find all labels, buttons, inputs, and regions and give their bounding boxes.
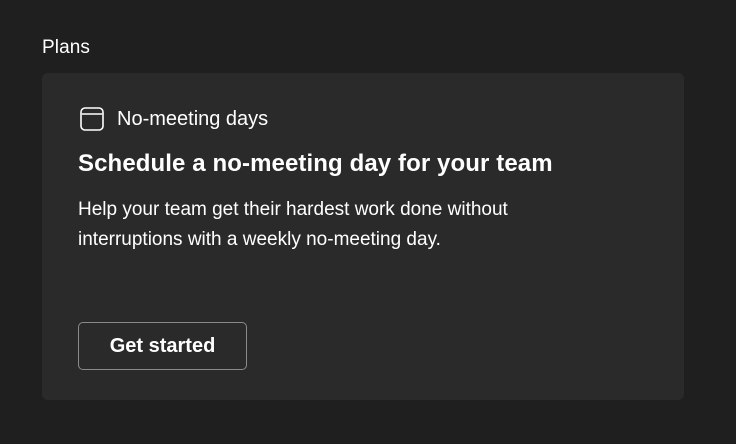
category-label: No-meeting days <box>117 108 269 130</box>
calendar-icon <box>79 106 105 132</box>
section-heading-plans: Plans <box>42 37 91 58</box>
plan-card: No-meeting days Schedule a no-meeting da… <box>42 73 684 400</box>
get-started-button[interactable]: Get started <box>78 322 247 370</box>
card-title: Schedule a no-meeting day for your team <box>78 150 553 177</box>
card-category: No-meeting days <box>79 106 268 132</box>
card-description: Help your team get their hardest work do… <box>78 199 508 250</box>
